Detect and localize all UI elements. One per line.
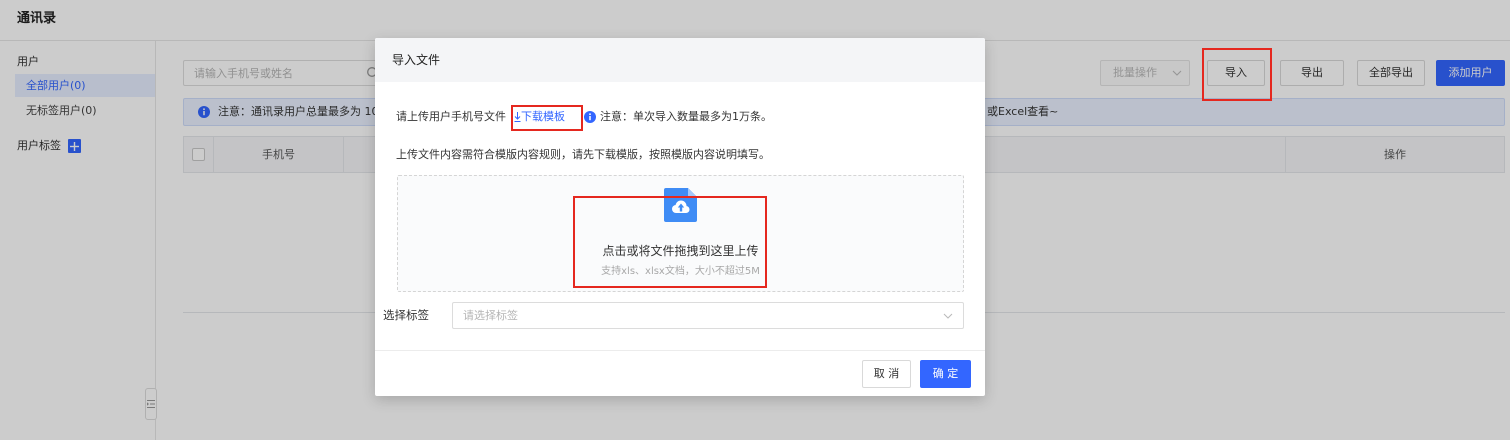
tag-select[interactable]: 请选择标签: [452, 302, 964, 329]
annotation-box-upload-area: [573, 196, 767, 288]
tag-select-placeholder: 请选择标签: [463, 309, 518, 322]
import-limit-note: 注意：单次导入数量最多为1万条。: [600, 110, 772, 123]
template-rule-text: 上传文件内容需符合模版内容规则，请先下载模版，按照模版内容说明填写。: [396, 148, 770, 161]
upload-prompt: 请上传用户手机号文件: [396, 110, 506, 123]
cancel-button[interactable]: 取 消: [862, 360, 911, 388]
chevron-down-icon: [943, 313, 953, 319]
modal-header: 导入文件: [375, 38, 985, 82]
annotation-box-import: [1202, 48, 1272, 101]
confirm-button[interactable]: 确 定: [920, 360, 971, 388]
info-icon: [584, 111, 596, 123]
annotation-box-download-template: [511, 105, 583, 131]
tag-select-label: 选择标签: [383, 308, 429, 322]
modal-footer-divider: [375, 350, 985, 351]
modal-title: 导入文件: [392, 53, 441, 67]
